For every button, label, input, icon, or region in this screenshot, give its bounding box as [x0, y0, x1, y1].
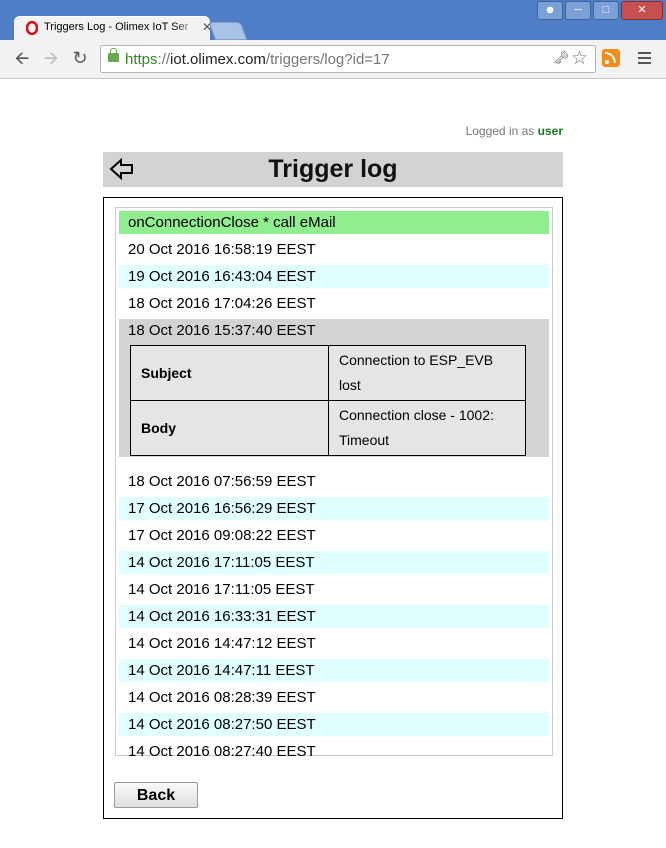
reload-button[interactable]: ↻ — [70, 48, 90, 68]
url-path: /triggers/log?id=17 — [265, 51, 390, 68]
back-arrow-icon[interactable] — [109, 157, 135, 181]
logged-in-label: Logged in as — [465, 124, 535, 138]
reload-icon: ↻ — [72, 48, 88, 68]
hamburger-menu-icon[interactable] — [638, 52, 651, 64]
back-nav-button[interactable]: 🡨 — [12, 48, 32, 68]
opera-favicon-icon — [26, 21, 38, 35]
log-entry[interactable]: 18 Oct 2016 17:04:26 EEST — [119, 292, 549, 315]
log-entry[interactable]: 14 Oct 2016 16:33:31 EEST — [119, 605, 549, 628]
trigger-log-list: onConnectionClose * call eMail 20 Oct 20… — [115, 207, 553, 760]
close-window-button[interactable]: ✕ — [621, 1, 663, 20]
log-entry[interactable]: 17 Oct 2016 09:08:22 EEST — [119, 524, 549, 547]
minimize-button[interactable]: ─ — [565, 1, 591, 20]
address-bar[interactable]: https://iot.olimex.com/triggers/log?id=1… — [100, 45, 596, 73]
log-entry[interactable]: 18 Oct 2016 07:56:59 EEST — [119, 470, 549, 493]
body-value: Connection close - 1002: Timeout — [328, 400, 526, 456]
username-link[interactable]: user — [538, 124, 563, 138]
log-entry[interactable]: 14 Oct 2016 08:28:39 EEST — [119, 686, 549, 709]
subject-value: Connection to ESP_EVB lost — [328, 345, 526, 401]
log-container: onConnectionClose * call eMail 20 Oct 20… — [103, 197, 563, 819]
star-icon[interactable]: ☆ — [571, 47, 588, 70]
expanded-log-entry: 18 Oct 2016 15:37:40 EEST Subject Connec… — [119, 319, 549, 457]
trigger-name-row: onConnectionClose * call eMail — [119, 211, 549, 234]
url-separator: :// — [157, 51, 171, 68]
arrow-right-icon: 🡪 — [43, 48, 59, 68]
body-label: Body — [130, 400, 329, 456]
subject-label: Subject — [130, 345, 329, 401]
log-entry[interactable]: 19 Oct 2016 16:43:04 EEST — [119, 265, 549, 288]
log-entry[interactable]: 14 Oct 2016 14:47:11 EEST — [119, 659, 549, 682]
lock-icon — [108, 48, 119, 62]
body-row: Body Connection close - 1002: Timeout — [130, 400, 526, 456]
log-entry[interactable]: 14 Oct 2016 17:11:05 EEST — [119, 551, 549, 574]
arrow-left-icon: 🡨 — [14, 48, 30, 68]
log-entry[interactable]: 14 Oct 2016 08:27:50 EEST — [119, 713, 549, 736]
log-entry[interactable]: 20 Oct 2016 16:58:19 EEST — [119, 238, 549, 261]
url-scheme: https — [125, 51, 158, 68]
log-entry[interactable]: 14 Oct 2016 14:47:12 EEST — [119, 632, 549, 655]
key-icon[interactable]: 🗝 — [553, 50, 570, 66]
url-text[interactable]: https://iot.olimex.com/triggers/log?id=1… — [125, 51, 390, 68]
log-entry-details: Subject Connection to ESP_EVB lost Body … — [130, 345, 526, 456]
forward-nav-button[interactable]: 🡪 — [41, 48, 61, 68]
back-button[interactable]: Back — [114, 782, 198, 808]
url-host: iot.olimex.com — [170, 51, 266, 68]
subject-row: Subject Connection to ESP_EVB lost — [130, 345, 526, 401]
log-entry[interactable]: 17 Oct 2016 16:56:29 EEST — [119, 497, 549, 520]
window-titlebar: Triggers Log - Olimex IoT Ser ✕ ☻ ─ □ ✕ — [0, 0, 666, 40]
log-entry[interactable]: 14 Oct 2016 17:11:05 EEST — [119, 578, 549, 601]
page-header: Trigger log — [103, 152, 563, 187]
new-tab-button[interactable] — [208, 22, 248, 40]
user-profile-icon[interactable]: ☻ — [537, 1, 563, 20]
maximize-button[interactable]: □ — [593, 1, 619, 20]
log-entry-expanded-timestamp[interactable]: 18 Oct 2016 15:37:40 EEST — [119, 319, 549, 342]
tab-title: Triggers Log - Olimex IoT Ser — [44, 21, 198, 33]
browser-tab[interactable]: Triggers Log - Olimex IoT Ser ✕ — [14, 16, 212, 40]
logged-in-indicator: Logged in as user — [466, 124, 563, 138]
browser-toolbar: 🡨 🡪 ↻ https://iot.olimex.com/triggers/lo… — [0, 40, 666, 79]
log-entry[interactable]: 14 Oct 2016 08:27:40 EEST — [119, 740, 549, 763]
page-title: Trigger log — [268, 155, 398, 183]
rss-icon[interactable] — [602, 49, 620, 67]
